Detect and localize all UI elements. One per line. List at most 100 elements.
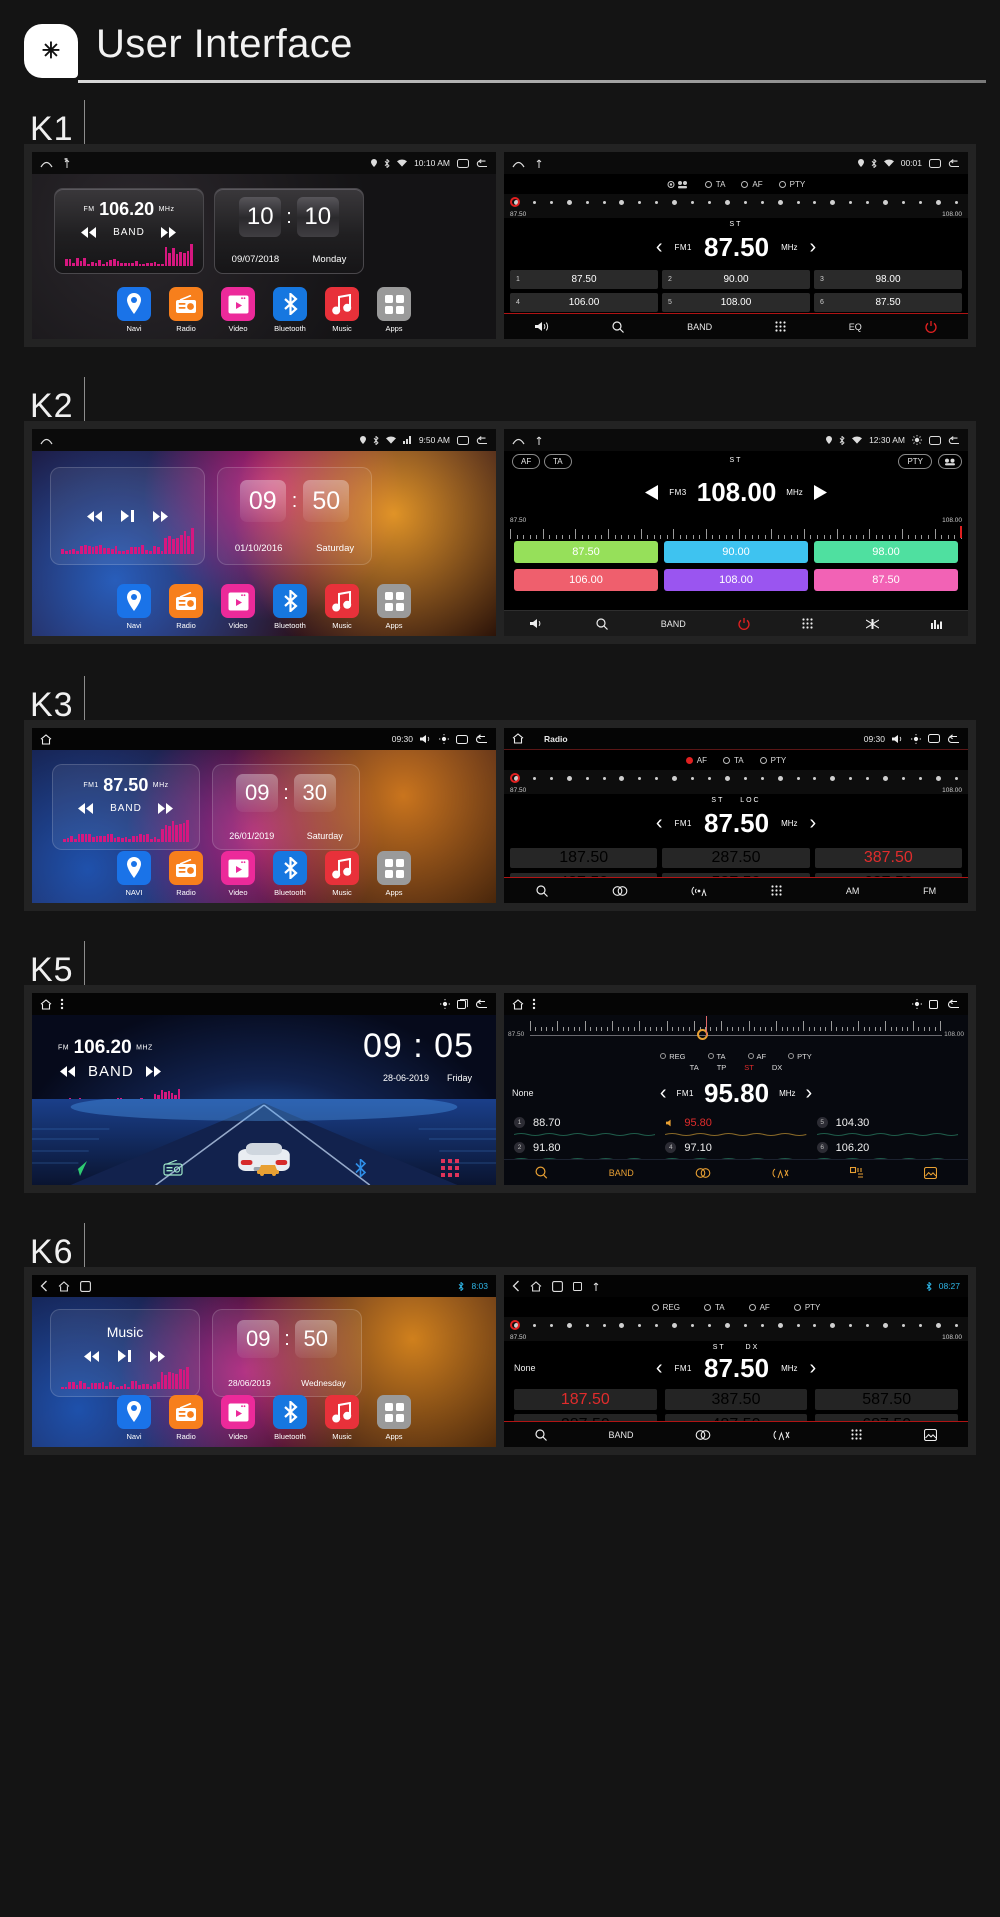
recents-icon[interactable]	[929, 159, 941, 168]
stereo-icon[interactable]	[695, 1430, 711, 1440]
tune-up-icon[interactable]	[813, 485, 827, 500]
preset-button[interactable]: 3 87.50	[815, 848, 962, 868]
k2-band-button[interactable]: BAND	[661, 619, 686, 629]
brightness-icon[interactable]	[439, 734, 449, 744]
preset-button[interactable]: 87.50	[814, 569, 958, 591]
photo-icon[interactable]	[924, 1429, 937, 1441]
rds-pty[interactable]: PTY	[788, 1052, 812, 1061]
k3-radio-band[interactable]: FM1	[674, 819, 692, 828]
app-icon-apps[interactable]: Apps	[375, 1395, 413, 1441]
eq-icon[interactable]	[931, 619, 942, 629]
rds-ta[interactable]: TA	[704, 1303, 725, 1312]
app-icon-navi[interactable]: NAVI	[115, 851, 153, 897]
app-icon-navi[interactable]: Navi	[115, 1395, 153, 1441]
rds-ta[interactable]: TA	[708, 1052, 726, 1061]
preset-button[interactable]: 87.50	[514, 541, 658, 563]
prev-icon[interactable]	[81, 227, 97, 238]
preset-button[interactable]: 5 104.30	[817, 1114, 958, 1137]
app-icon-music[interactable]: Music	[323, 287, 361, 333]
tune-up-icon[interactable]: ›	[806, 1082, 813, 1105]
next-icon[interactable]	[153, 511, 169, 522]
photo-icon[interactable]	[924, 1167, 937, 1179]
next-icon[interactable]	[146, 1066, 162, 1077]
k2-radio-band[interactable]: FM3	[669, 488, 687, 497]
preset-button[interactable]: 1 88.70	[514, 1114, 655, 1137]
rds-af[interactable]: AF	[686, 756, 707, 765]
app-icon-bluetooth[interactable]: Bluetooth	[271, 1395, 309, 1441]
preset-button[interactable]: 5 108.00	[662, 293, 810, 312]
app-icon-video[interactable]: Video	[219, 287, 257, 333]
k2-ruler[interactable]: 87.50 108.00	[504, 517, 968, 539]
k1-scale-cursor[interactable]	[510, 197, 520, 207]
app-icon-video[interactable]: Video	[219, 1395, 257, 1441]
apps-grid-icon[interactable]	[441, 1159, 459, 1177]
antenna-icon[interactable]	[773, 1429, 790, 1441]
app-icon-apps[interactable]: Apps	[375, 584, 413, 630]
rds-pty[interactable]: PTY	[779, 180, 806, 189]
k2-media-tile[interactable]	[50, 467, 205, 565]
rds-ta[interactable]: TA	[705, 180, 726, 189]
k5-radio-band[interactable]: FM1	[676, 1089, 694, 1098]
preset-button[interactable]: 1 87.50	[510, 270, 658, 289]
recents-icon[interactable]	[456, 735, 468, 744]
k2-clock-tile[interactable]: 09 : 50 01/10/2016 Saturday	[217, 467, 372, 565]
home-icon[interactable]	[512, 159, 525, 168]
app-icon-radio[interactable]: Radio	[167, 287, 205, 333]
back-icon[interactable]	[948, 159, 960, 168]
antenna-icon[interactable]	[772, 1167, 789, 1179]
app-icon-music[interactable]: Music	[323, 851, 361, 897]
rds-pty[interactable]: PTY	[760, 756, 787, 765]
k6-seek-scale[interactable]: 87.50 108.00	[504, 1317, 968, 1341]
k1-clock-tile[interactable]: 10 : 10 09/07/2018 Monday	[214, 188, 364, 274]
k3-radio-tile[interactable]: FM1 87.50 MHz BAND	[52, 764, 200, 850]
back-icon[interactable]	[475, 734, 488, 744]
prev-icon[interactable]	[84, 1351, 100, 1362]
car-icon[interactable]	[256, 1160, 280, 1176]
home-icon[interactable]	[530, 1281, 542, 1292]
app-icon-apps[interactable]: Apps	[375, 851, 413, 897]
k1-band-toolbar-button[interactable]: BAND	[687, 322, 712, 332]
home-icon[interactable]	[512, 436, 525, 445]
preset-button[interactable]: 1 87.50	[514, 1389, 657, 1410]
preset-button[interactable]: 3 98.00	[814, 270, 962, 289]
brightness-icon[interactable]	[912, 999, 922, 1009]
app-icon-radio[interactable]: Radio	[167, 851, 205, 897]
rds-pty[interactable]: PTY	[794, 1303, 821, 1312]
search-icon[interactable]	[535, 1166, 548, 1179]
preset-button[interactable]: 106.00	[514, 569, 658, 591]
k6-radio-band[interactable]: FM1	[674, 1364, 692, 1373]
search-icon[interactable]	[596, 618, 608, 630]
back-icon[interactable]	[476, 159, 488, 168]
preset-button[interactable]: 587.50	[815, 1389, 958, 1410]
bluetooth-icon[interactable]	[354, 1159, 367, 1177]
k1-band-button[interactable]: BAND	[113, 227, 145, 238]
recents-icon[interactable]	[928, 734, 940, 743]
app-icon-radio[interactable]: Radio	[167, 1395, 205, 1441]
search-icon[interactable]	[612, 321, 624, 333]
keypad-icon[interactable]	[771, 885, 782, 896]
rds-af[interactable]: AF	[748, 1052, 767, 1061]
app-icon-navi[interactable]: Navi	[115, 584, 153, 630]
recents-icon[interactable]	[929, 999, 940, 1009]
search-icon[interactable]	[535, 1429, 547, 1441]
tune-down-icon[interactable]	[645, 485, 659, 500]
power-icon[interactable]	[925, 321, 937, 333]
app-icon-video[interactable]: Video	[219, 851, 257, 897]
k3-band-button[interactable]: BAND	[110, 803, 142, 814]
k1-eq-button[interactable]: EQ	[849, 322, 862, 332]
eq-icon[interactable]	[850, 1167, 863, 1179]
chip-pty[interactable]: PTY	[898, 454, 932, 469]
tune-down-icon[interactable]: ‹	[656, 236, 663, 259]
home-icon[interactable]	[40, 436, 53, 445]
home-icon[interactable]	[40, 999, 52, 1010]
recents-icon[interactable]	[457, 159, 469, 168]
k1-radio-tile[interactable]: FM 106.20 MHz BAND	[54, 188, 204, 274]
back-icon[interactable]	[948, 436, 960, 445]
prev-icon[interactable]	[87, 511, 103, 522]
keypad-icon[interactable]	[851, 1429, 862, 1440]
preset-button[interactable]: 108.00	[664, 569, 808, 591]
antenna-icon[interactable]	[691, 885, 707, 897]
rds-ta[interactable]: TA	[723, 756, 744, 765]
brightness-icon[interactable]	[912, 435, 922, 445]
volume-icon[interactable]	[535, 321, 549, 332]
